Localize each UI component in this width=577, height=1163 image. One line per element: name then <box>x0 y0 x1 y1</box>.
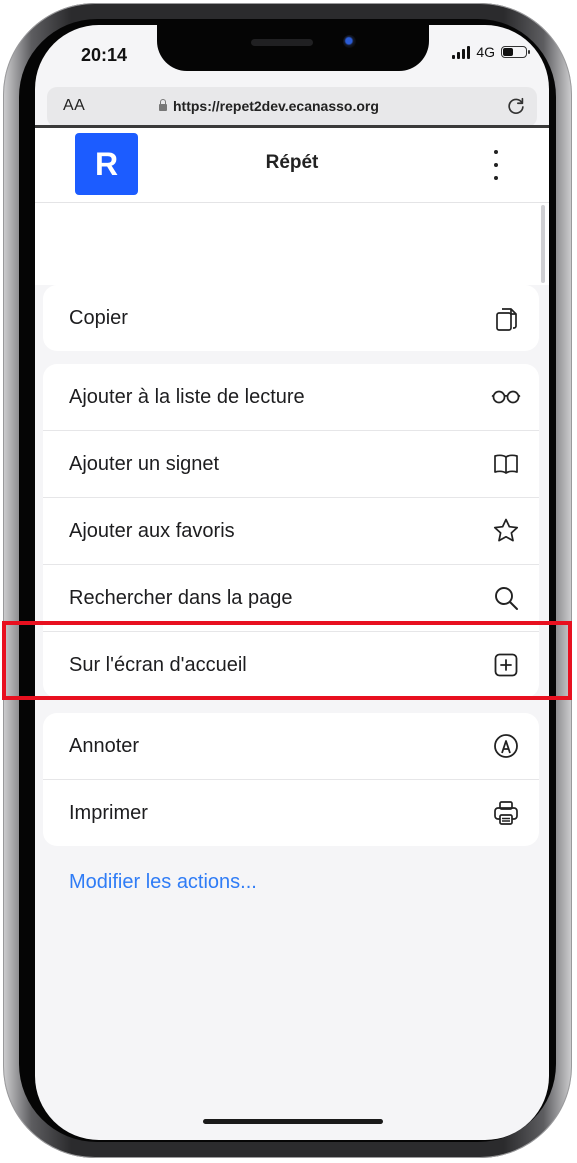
app-header: R Répét <box>35 128 549 203</box>
scrollbar[interactable] <box>541 205 545 283</box>
url-field[interactable]: https://repet2dev.ecanasso.org <box>159 98 379 114</box>
action-label: Ajouter à la liste de lecture <box>69 385 305 408</box>
search-icon <box>491 583 521 613</box>
more-options-icon[interactable] <box>490 150 502 180</box>
markup-icon <box>491 731 521 761</box>
phone-screen: 20:14 4G AA https://repet2dev.ecanasso.o… <box>35 25 549 1140</box>
action-label: Ajouter un signet <box>69 452 220 475</box>
book-icon <box>491 449 521 479</box>
battery-fill <box>503 48 513 56</box>
status-time: 20:14 <box>81 45 128 65</box>
action-favorites[interactable]: Ajouter aux favoris <box>43 498 539 565</box>
action-markup[interactable]: Annoter <box>43 713 539 780</box>
action-label: Ajouter aux favoris <box>69 519 235 542</box>
network-type: 4G <box>476 44 495 60</box>
text-size-button[interactable]: AA <box>63 97 85 115</box>
edit-actions-link[interactable]: Modifier les actions... <box>69 871 257 894</box>
reload-icon[interactable] <box>505 95 527 117</box>
home-indicator[interactable] <box>203 1119 383 1124</box>
action-label: Annoter <box>69 734 140 757</box>
action-label: Imprimer <box>69 801 148 824</box>
status-icons: 4G <box>452 43 530 61</box>
address-bar[interactable]: AA https://repet2dev.ecanasso.org <box>47 87 537 127</box>
share-group-more: Annoter Imprimer <box>43 713 539 846</box>
action-label: Rechercher dans la page <box>69 586 293 609</box>
copy-icon <box>491 303 521 333</box>
lock-icon <box>159 99 167 111</box>
action-bookmark[interactable]: Ajouter un signet <box>43 431 539 498</box>
action-label: Copier <box>69 306 128 329</box>
battery-icon <box>501 46 530 58</box>
page-content <box>35 203 549 285</box>
highlight-box <box>2 621 572 700</box>
front-camera <box>343 35 356 48</box>
action-print[interactable]: Imprimer <box>43 780 539 846</box>
notch <box>157 25 429 71</box>
speaker <box>251 39 313 46</box>
action-reading-list[interactable]: Ajouter à la liste de lecture <box>43 364 539 431</box>
star-icon <box>491 516 521 546</box>
url-text: https://repet2dev.ecanasso.org <box>173 98 379 114</box>
share-group-copy: Copier <box>43 285 539 351</box>
action-copy[interactable]: Copier <box>43 285 539 351</box>
printer-icon <box>491 798 521 828</box>
app-title: Répét <box>265 152 319 173</box>
signal-icon <box>452 45 471 59</box>
glasses-icon <box>491 382 521 412</box>
